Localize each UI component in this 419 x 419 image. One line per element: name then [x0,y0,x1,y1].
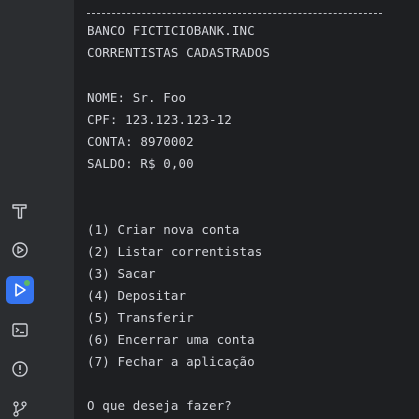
holder-cpf: CPF: 123.123.123-12 [87,112,232,127]
menu-option-close-account: (6) Encerrar uma conta [87,332,255,347]
separator-line [87,13,382,14]
bank-name: BANCO FICTICIOBANK.INC [87,23,255,38]
debug-play-circle-icon [12,242,28,258]
build-button[interactable] [6,197,34,225]
menu-option-transfer: (5) Transferir [87,310,194,325]
menu-option-deposit: (4) Depositar [87,288,187,303]
menu-option-exit-app: (7) Fechar a aplicação [87,354,255,369]
tool-window-bar [0,0,41,419]
problems-button[interactable] [6,355,34,383]
run-button[interactable] [6,276,34,304]
git-button[interactable] [6,395,34,419]
menu-option-create-account: (1) Criar nova conta [87,222,240,237]
debug-button[interactable] [6,236,34,264]
build-hammer-icon [12,204,27,219]
account-number: CONTA: 8970002 [87,134,194,149]
account-balance: SALDO: R$ 0,00 [87,156,194,171]
git-icon [13,401,27,417]
registered-holders-title: CORRENTISTAS CADASTRADOS [87,45,271,60]
console-gutter [41,0,74,419]
terminal-icon [12,323,28,337]
console-prompt: O que deseja fazer? [87,398,232,413]
problems-icon [12,361,28,377]
holder-name: NOME: Sr. Foo [87,90,187,105]
menu-option-withdraw: (3) Sacar [87,266,156,281]
running-status-dot [23,279,31,287]
terminal-button[interactable] [6,316,34,344]
menu-option-list-holders: (2) Listar correntistas [87,244,263,259]
